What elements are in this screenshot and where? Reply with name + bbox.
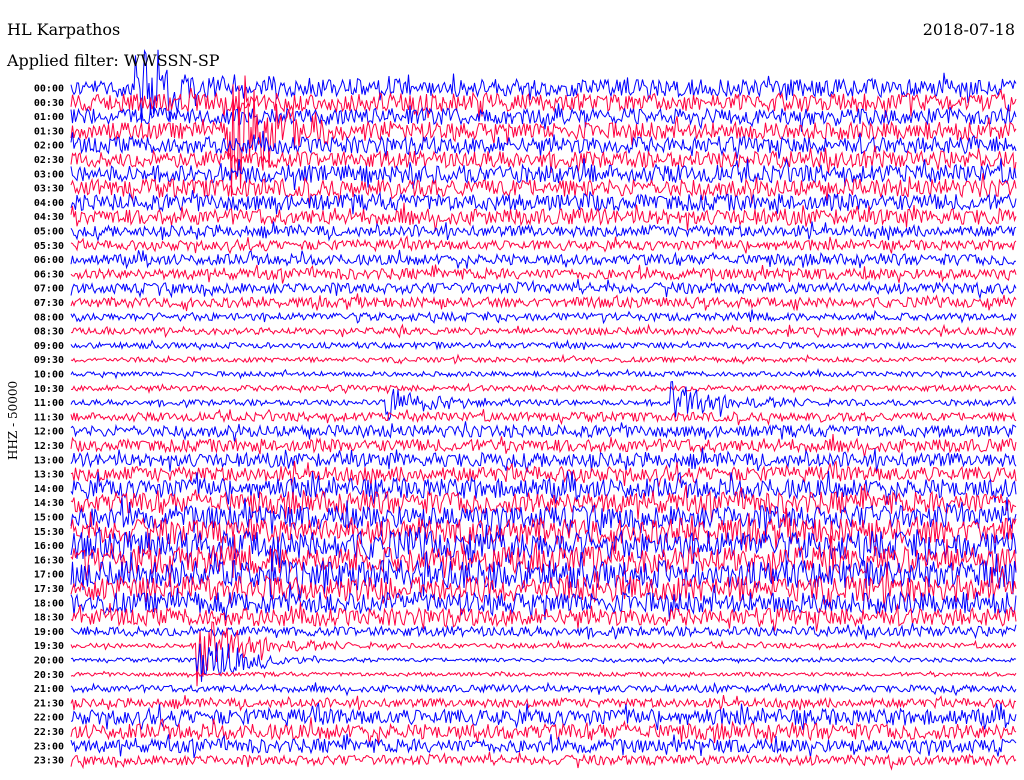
time-tick-label: 03:30 [34, 184, 64, 195]
time-tick-label: 01:30 [34, 126, 64, 137]
trace-row-1900 [70, 622, 1017, 640]
trace-row-0900 [70, 339, 1017, 351]
trace-row-1300 [70, 447, 1017, 473]
trace-row-0700 [70, 279, 1017, 300]
trace-row-2300 [70, 733, 1017, 759]
time-tick-label: 06:00 [34, 255, 64, 266]
trace-row-2330 [70, 751, 1017, 771]
time-tick-label: 19:00 [34, 627, 64, 638]
time-tick-label: 03:00 [34, 169, 64, 180]
time-tick-label: 09:00 [34, 341, 64, 352]
trace-row-2100 [70, 681, 1017, 697]
trace-row-0800 [70, 309, 1017, 325]
trace-row-0830 [71, 323, 1017, 339]
time-tick-label: 11:30 [34, 412, 64, 423]
time-tick-label: 09:30 [34, 355, 64, 366]
time-tick-label: 02:30 [34, 155, 64, 166]
time-tick-label: 14:00 [34, 484, 64, 495]
time-tick-label: 08:30 [34, 327, 64, 338]
trace-row-1200 [70, 421, 1017, 442]
time-tick-label: 13:30 [34, 470, 64, 481]
trace-row-0530 [70, 235, 1017, 255]
time-tick-label: 23:00 [34, 741, 64, 752]
trace-row-1100 [70, 380, 1017, 422]
time-tick-label: 15:00 [34, 513, 64, 524]
time-tick-label: 18:00 [34, 598, 64, 609]
trace-row-2130 [70, 695, 1017, 712]
time-tick-label: 20:00 [34, 656, 64, 667]
time-tick-label: 05:00 [34, 227, 64, 238]
time-tick-label: 04:00 [34, 198, 64, 209]
trace-row-2030 [70, 670, 1017, 679]
time-tick-label: 00:30 [34, 98, 64, 109]
time-tick-label: 10:00 [34, 370, 64, 381]
time-tick-label: 22:30 [34, 727, 64, 738]
filter-label: Applied filter: WWSSN-SP [7, 51, 220, 70]
time-tick-label: 16:30 [34, 555, 64, 566]
time-tick-label: 20:30 [34, 670, 64, 681]
time-tick-label: 17:30 [34, 584, 64, 595]
time-tick-label: 21:30 [34, 698, 64, 709]
time-tick-label: 21:00 [34, 684, 64, 695]
time-tick-label: 00:00 [34, 84, 64, 95]
time-tick-label: 04:30 [34, 212, 64, 223]
time-tick-label: 16:00 [34, 541, 64, 552]
helicorder-plot: 00:00 00:30 01:00 01:30 02:00 02:30 03:00 03:30… [34, 48, 1017, 771]
trace-row-0430 [70, 202, 1017, 232]
trace-row-0500 [70, 221, 1017, 243]
time-tick-label: 02:00 [34, 141, 64, 152]
trace-row-1130 [70, 408, 1017, 427]
time-tick-label: 15:30 [34, 527, 64, 538]
time-tick-label: 12:30 [34, 441, 64, 452]
time-tick-label: 22:00 [34, 713, 64, 724]
trace-row-0730 [70, 293, 1017, 312]
time-tick-label: 08:00 [34, 312, 64, 323]
trace-row-0930 [70, 353, 1017, 365]
trace-row-1030 [70, 382, 1017, 395]
time-tick-label: 17:00 [34, 570, 64, 581]
time-tick-label: 19:30 [34, 641, 64, 652]
trace-row-0200 [70, 130, 1017, 159]
time-tick-label: 23:30 [34, 756, 64, 767]
trace-row-0600 [70, 249, 1016, 270]
time-tick-label: 06:30 [34, 269, 64, 280]
time-tick-label: 07:00 [34, 284, 64, 295]
time-tick-label: 07:30 [34, 298, 64, 309]
trace-row-1000 [70, 367, 1017, 380]
time-tick-label: 05:30 [34, 241, 64, 252]
time-tick-label: 11:00 [34, 398, 64, 409]
time-tick-label: 12:00 [34, 427, 64, 438]
time-tick-label: 13:00 [34, 455, 64, 466]
time-tick-label: 10:30 [34, 384, 64, 395]
time-tick-label: 14:30 [34, 498, 64, 509]
trace-row-2230 [70, 717, 1017, 745]
trace-row-0630 [70, 264, 1017, 284]
time-tick-label: 01:00 [34, 112, 64, 123]
time-tick-label: 18:30 [34, 613, 64, 624]
